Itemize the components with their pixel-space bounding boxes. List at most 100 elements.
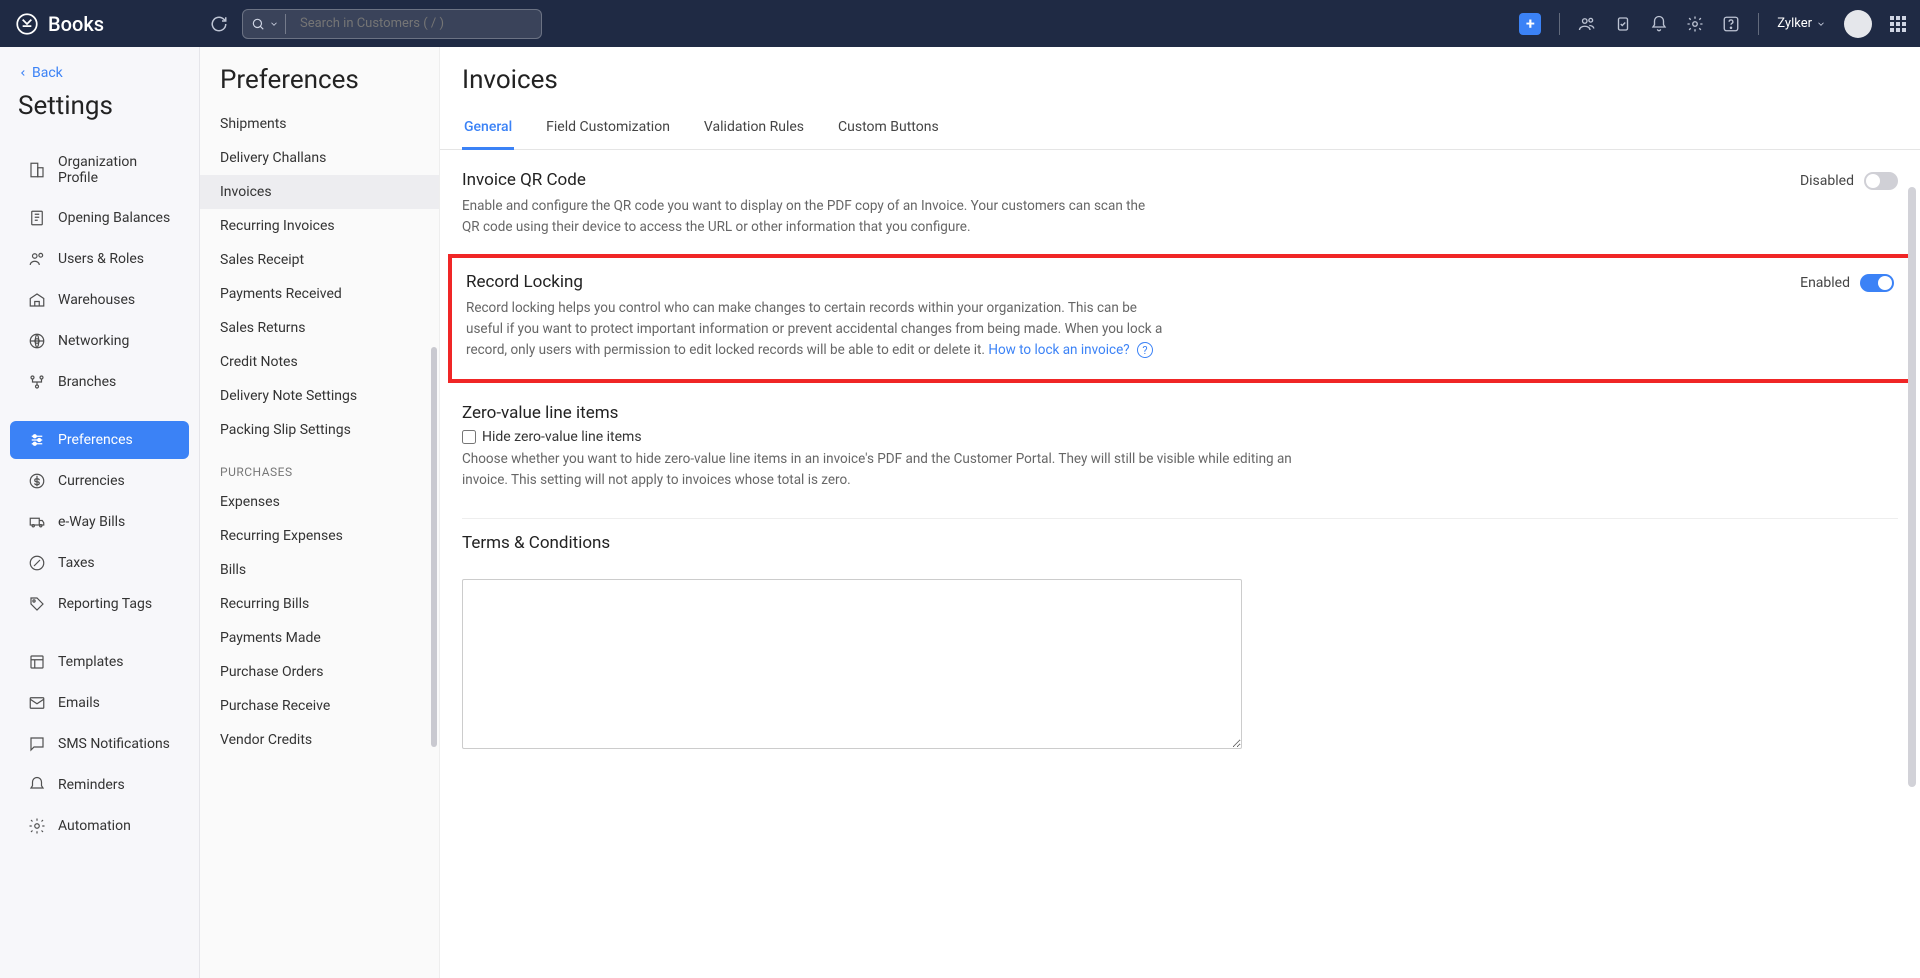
scrollbar[interactable] — [431, 347, 437, 747]
nav-item-organization-profile[interactable]: Organization Profile — [10, 144, 189, 196]
search-input[interactable] — [300, 16, 533, 31]
pref-item-invoices[interactable]: Invoices — [200, 175, 439, 209]
lock-help-link[interactable]: How to lock an invoice? — [988, 342, 1129, 358]
nav-item-emails[interactable]: Emails — [10, 684, 189, 722]
topbar: Books + Zylker — [0, 0, 1920, 47]
tab-custom-buttons[interactable]: Custom Buttons — [836, 109, 941, 149]
nav-item-users-roles[interactable]: Users & Roles — [10, 240, 189, 278]
nav-item-taxes[interactable]: Taxes — [10, 544, 189, 582]
nav-label: Networking — [58, 333, 129, 349]
nav-item-reminders[interactable]: Reminders — [10, 766, 189, 804]
pref-item-packing-slip-settings[interactable]: Packing Slip Settings — [200, 413, 439, 447]
lock-heading: Record Locking — [466, 272, 1166, 292]
pref-item-expenses[interactable]: Expenses — [200, 485, 439, 519]
search-icon — [251, 17, 265, 31]
apps-grid-icon[interactable] — [1890, 16, 1906, 32]
pref-item-vendor-credits[interactable]: Vendor Credits — [200, 723, 439, 757]
pref-item-shipments[interactable]: Shipments — [200, 107, 439, 141]
nav-item-sms-notifications[interactable]: SMS Notifications — [10, 725, 189, 763]
nav-label: Preferences — [58, 432, 133, 448]
clipboard-icon[interactable] — [1614, 15, 1632, 33]
help-icon[interactable] — [1722, 15, 1740, 33]
nav-label: Templates — [58, 654, 124, 670]
nav-item-templates[interactable]: Templates — [10, 643, 189, 681]
settings-title: Settings — [0, 85, 199, 141]
books-icon — [14, 11, 40, 37]
pref-item-recurring-invoices[interactable]: Recurring Invoices — [200, 209, 439, 243]
gear-icon[interactable] — [1686, 15, 1704, 33]
pref-item-credit-notes[interactable]: Credit Notes — [200, 345, 439, 379]
pref-item-delivery-note-settings[interactable]: Delivery Note Settings — [200, 379, 439, 413]
section-terms: Terms & Conditions — [440, 519, 1920, 565]
terms-heading: Terms & Conditions — [462, 533, 1898, 553]
pref-item-recurring-bills[interactable]: Recurring Bills — [200, 587, 439, 621]
help-circle-icon[interactable]: ? — [1137, 342, 1153, 358]
nav-label: Taxes — [58, 555, 95, 571]
nav-label: Automation — [58, 818, 131, 834]
preferences-title: Preferences — [200, 47, 439, 107]
lock-state-label: Enabled — [1800, 275, 1850, 291]
lock-toggle[interactable] — [1860, 274, 1894, 292]
nav-item-networking[interactable]: Networking — [10, 322, 189, 360]
page-title: Invoices — [440, 47, 1920, 109]
chevron-down-icon[interactable] — [269, 19, 279, 29]
back-link[interactable]: Back — [0, 59, 199, 85]
divider — [285, 14, 286, 34]
nav-label: Users & Roles — [58, 251, 144, 267]
search-box[interactable] — [242, 9, 542, 39]
nav-label: Reporting Tags — [58, 596, 152, 612]
nav-item-e-way-bills[interactable]: e-Way Bills — [10, 503, 189, 541]
nav-label: Warehouses — [58, 292, 135, 308]
nav-item-preferences[interactable]: Preferences — [10, 421, 189, 459]
nav-item-warehouses[interactable]: Warehouses — [10, 281, 189, 319]
zero-check-label: Hide zero-value line items — [482, 429, 642, 445]
pref-item-sales-returns[interactable]: Sales Returns — [200, 311, 439, 345]
nav-item-opening-balances[interactable]: Opening Balances — [10, 199, 189, 237]
topbar-right: + Zylker — [1519, 10, 1906, 38]
zero-heading: Zero-value line items — [462, 403, 1898, 423]
section-qr-code: Invoice QR Code Enable and configure the… — [440, 150, 1920, 244]
qr-heading: Invoice QR Code — [462, 170, 1162, 190]
org-switcher[interactable]: Zylker — [1777, 16, 1826, 31]
preferences-sidebar: Preferences ShipmentsDelivery ChallansIn… — [200, 47, 440, 978]
qr-state-label: Disabled — [1800, 173, 1854, 189]
scrollbar[interactable] — [1908, 187, 1916, 787]
zero-desc: Choose whether you want to hide zero-val… — [462, 449, 1312, 491]
zero-checkbox[interactable] — [462, 430, 476, 444]
nav-label: Currencies — [58, 473, 125, 489]
nav-item-automation[interactable]: Automation — [10, 807, 189, 845]
nav-item-currencies[interactable]: Currencies — [10, 462, 189, 500]
divider — [1559, 13, 1560, 35]
nav-item-reporting-tags[interactable]: Reporting Tags — [10, 585, 189, 623]
pref-item-delivery-challans[interactable]: Delivery Challans — [200, 141, 439, 175]
tab-validation-rules[interactable]: Validation Rules — [702, 109, 806, 149]
app-logo[interactable]: Books — [14, 11, 200, 37]
bell-icon[interactable] — [1650, 15, 1668, 33]
nav-label: e-Way Bills — [58, 514, 125, 530]
quick-add-button[interactable]: + — [1519, 13, 1541, 35]
qr-desc: Enable and configure the QR code you wan… — [462, 196, 1162, 238]
pref-item-payments-received[interactable]: Payments Received — [200, 277, 439, 311]
nav-item-branches[interactable]: Branches — [10, 363, 189, 401]
settings-sidebar: Back Settings Organization Profile Openin… — [0, 47, 200, 978]
pref-item-sales-receipt[interactable]: Sales Receipt — [200, 243, 439, 277]
pref-item-purchase-orders[interactable]: Purchase Orders — [200, 655, 439, 689]
pref-item-payments-made[interactable]: Payments Made — [200, 621, 439, 655]
nav-label: Opening Balances — [58, 210, 170, 226]
terms-textarea[interactable] — [462, 579, 1242, 749]
app-name: Books — [48, 12, 104, 36]
tab-field-customization[interactable]: Field Customization — [544, 109, 672, 149]
refresh-icon[interactable] — [210, 15, 228, 33]
avatar[interactable] — [1844, 10, 1872, 38]
purchases-header: PURCHASES — [200, 447, 439, 485]
pref-item-recurring-expenses[interactable]: Recurring Expenses — [200, 519, 439, 553]
pref-item-bills[interactable]: Bills — [200, 553, 439, 587]
zero-checkbox-row[interactable]: Hide zero-value line items — [462, 429, 1898, 445]
lock-desc: Record locking helps you control who can… — [466, 298, 1166, 361]
users-icon[interactable] — [1578, 15, 1596, 33]
section-record-locking-highlight: Record Locking Record locking helps you … — [448, 254, 1912, 383]
tab-general[interactable]: General — [462, 109, 514, 150]
qr-toggle[interactable] — [1864, 172, 1898, 190]
pref-item-purchase-receive[interactable]: Purchase Receive — [200, 689, 439, 723]
divider — [1758, 13, 1759, 35]
